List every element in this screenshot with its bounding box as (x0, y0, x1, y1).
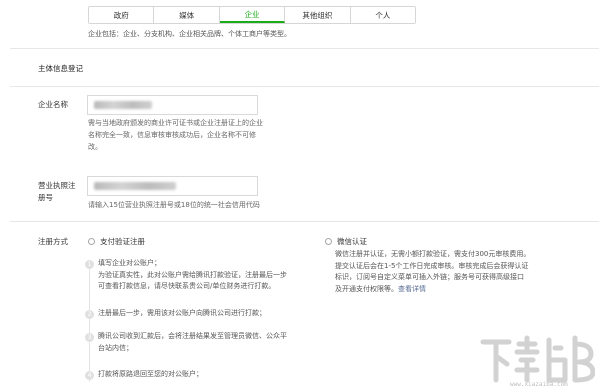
step-3-text: 腾讯公司收到汇款后，会将注册结果发至管理员微信、公众平 台站内信； (98, 332, 287, 352)
license-number-hint: 请输入15位营业执照注册号或18位的统一社会信用代码 (88, 201, 260, 209)
company-name-hint-line1: 需与当地政府颁发的商业许可证书或企业注册证上的企业 (88, 119, 263, 127)
wechat-verification-description: 微信注册并认证，无需小额打款验证，需支付300元审核费用。 提交认证后会在1-5… (335, 250, 531, 293)
company-name-label: 企业名称 (38, 100, 68, 109)
registration-method-label: 注册方式 (38, 237, 68, 246)
license-number-label-line2: 册号 (38, 193, 53, 202)
wechat-verification-radio[interactable] (325, 238, 332, 245)
tab-individual[interactable]: 个人 (350, 7, 416, 23)
tab-government[interactable]: 政府 (89, 7, 155, 23)
step-number: 4 (85, 371, 94, 380)
steps-timeline (89, 262, 90, 382)
company-name-input[interactable] (87, 95, 258, 115)
entity-type-tabs: 政府 媒体 企业 其他组织 个人 (88, 6, 416, 24)
company-name-hint-line2: 名称完全一致，信息审核审核成功后，企业名称不可修 (88, 131, 256, 139)
tab-enterprise[interactable]: 企业 (219, 7, 286, 23)
step-1-text: 填写企业对公账户； 为验证真实性，此对公账户需给腾讯打款验证，注册最后一步 可查… (98, 259, 287, 290)
tab-description: 企业包括：企业、分支机构、企业相关品牌、个体工商户等类型。 (88, 30, 291, 38)
section-title: 主体信息登记 (38, 64, 83, 73)
watermark-url: www.xiazaiba.com (510, 381, 568, 388)
wechat-verification-label[interactable]: 微信认证 (337, 236, 367, 247)
blurred-license-number (94, 182, 176, 190)
step-number: 3 (85, 333, 94, 342)
divider (10, 48, 599, 49)
company-name-hint-line3: 改。 (88, 143, 102, 151)
pay-verification-label[interactable]: 支付验证注册 (100, 236, 145, 247)
blurred-company-name (94, 101, 152, 109)
tab-other-organization[interactable]: 其他组织 (285, 7, 351, 23)
step-number: 2 (85, 310, 94, 319)
divider (10, 86, 599, 87)
step-4-text: 打款将原路退回至您的对公账户； (98, 370, 203, 378)
license-number-input[interactable] (87, 176, 258, 196)
pay-verification-radio[interactable] (88, 238, 95, 245)
license-number-label-line1: 营业执照注 (38, 181, 76, 190)
tab-media[interactable]: 媒体 (154, 7, 220, 23)
step-number: 1 (85, 260, 94, 269)
step-2-text: 注册最后一步，需用该对公账户向腾讯公司进行打款； (98, 309, 266, 317)
divider (10, 221, 599, 222)
view-details-link[interactable]: 查看详情 (398, 285, 426, 293)
